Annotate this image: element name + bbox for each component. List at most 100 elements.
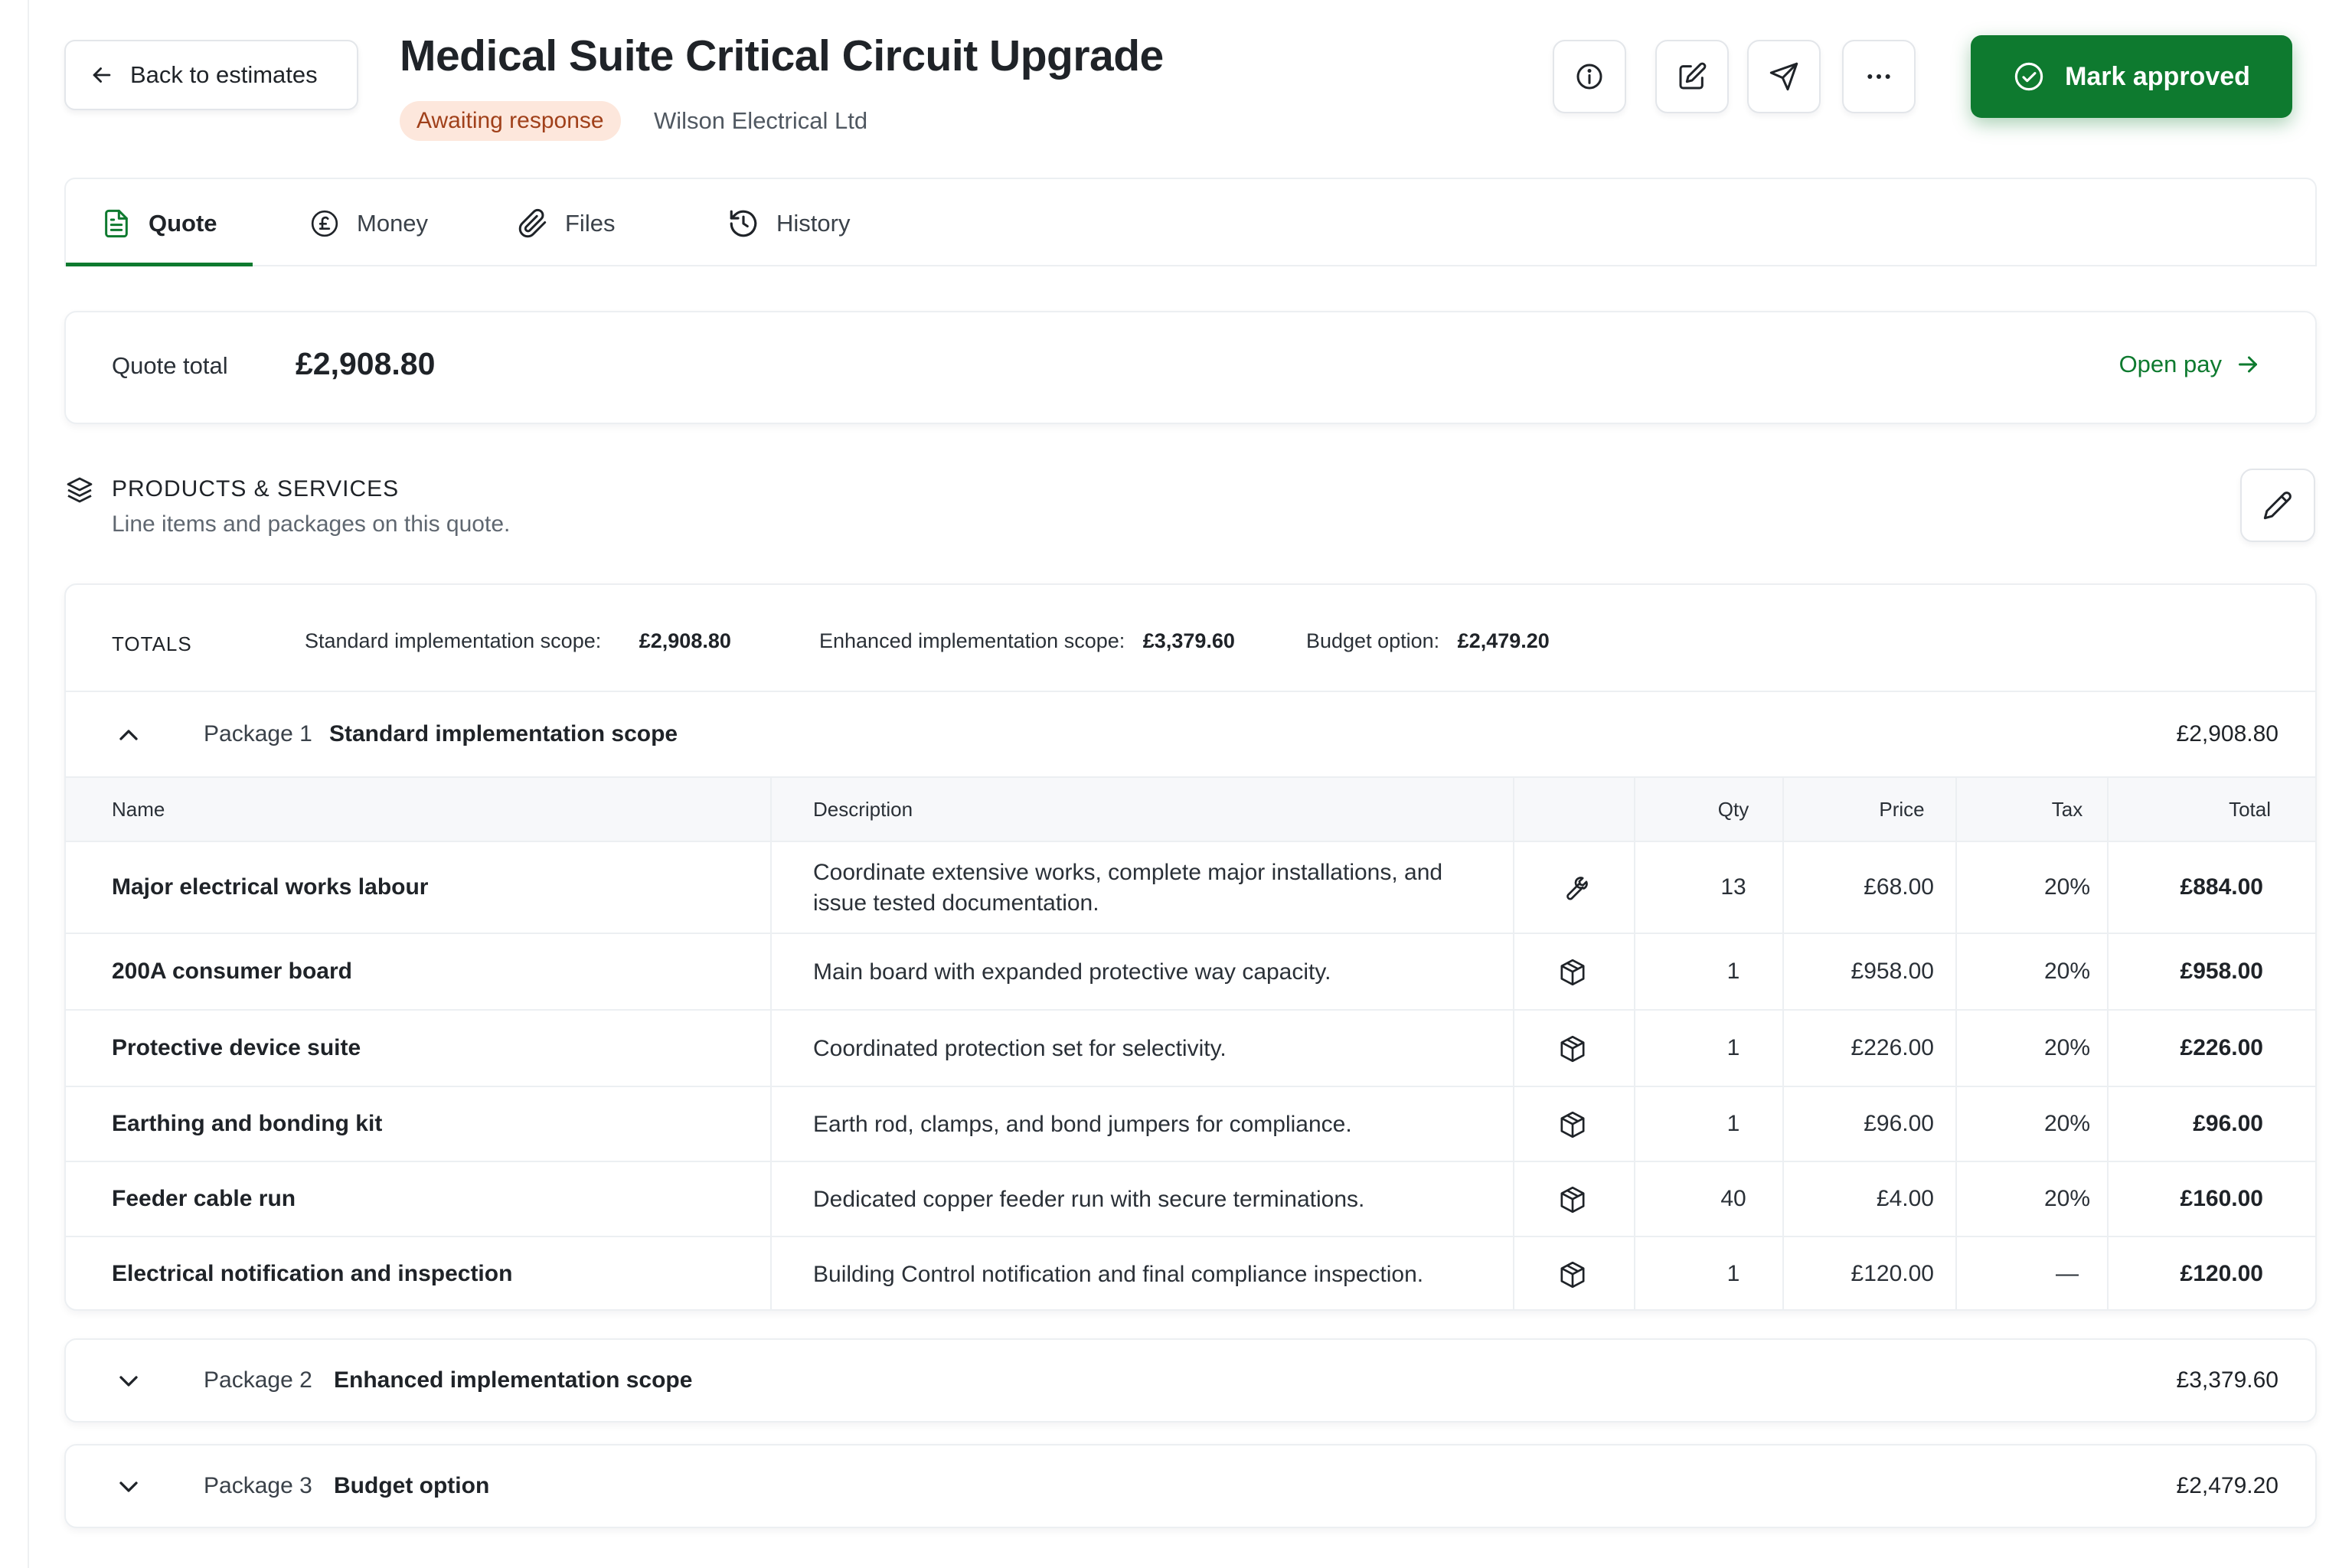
item-description: Main board with expanded protective way … xyxy=(813,959,1331,985)
chevron-down-icon[interactable] xyxy=(113,1472,144,1502)
edit-icon xyxy=(1679,62,1707,90)
item-price: £4.00 xyxy=(1876,1186,1934,1211)
tab-files[interactable]: Files xyxy=(518,179,615,268)
products-section-title: PRODUCTS & SERVICES xyxy=(112,476,400,501)
item-name: Electrical notification and inspection xyxy=(112,1261,513,1286)
wrench-icon xyxy=(1557,873,1588,910)
pencil-icon xyxy=(2263,492,2292,520)
totals-item-value: £3,379.60 xyxy=(1142,629,1235,652)
item-name: Feeder cable run xyxy=(112,1186,296,1211)
totals-item-standard: Standard implementation scope: £2,908.80 xyxy=(305,629,731,653)
column-header-total: Total xyxy=(2229,798,2271,821)
package-name: Enhanced implementation scope xyxy=(334,1367,693,1393)
quote-total-card: Quote total £2,908.80 Open pay xyxy=(64,311,2317,424)
table-row[interactable]: 200A consumer board Main board with expan… xyxy=(66,934,2315,1011)
item-price: £68.00 xyxy=(1864,874,1934,900)
item-total: £120.00 xyxy=(2180,1261,2263,1286)
send-icon xyxy=(1769,62,1798,91)
table-row[interactable]: Feeder cable run Dedicated copper feeder … xyxy=(66,1162,2315,1237)
totals-item-budget: Budget option: £2,479.20 xyxy=(1306,629,1550,653)
item-qty: 1 xyxy=(1726,1111,1740,1136)
item-total: £884.00 xyxy=(2180,874,2263,900)
tab-bar: Quote Money Files History xyxy=(64,178,2317,266)
table-row[interactable]: Electrical notification and inspection Bu… xyxy=(66,1237,2315,1309)
box-icon xyxy=(1557,1184,1588,1221)
package-total: £3,379.60 xyxy=(2176,1367,2278,1393)
item-price: £96.00 xyxy=(1864,1111,1934,1136)
item-name: Major electrical works labour xyxy=(112,874,429,900)
totals-summary-row: TOTALS Standard implementation scope: £2… xyxy=(66,585,2315,692)
package-name: Standard implementation scope xyxy=(329,721,678,746)
item-tax: 20% xyxy=(2043,1035,2091,1060)
back-to-estimates-button[interactable]: Back to estimates xyxy=(64,40,358,110)
item-description: Earth rod, clamps, and bond jumpers for … xyxy=(813,1112,1352,1137)
item-price: £226.00 xyxy=(1851,1035,1934,1060)
package-name: Budget option xyxy=(334,1473,490,1498)
item-tax: — xyxy=(2056,1261,2079,1286)
tab-quote[interactable]: Quote xyxy=(101,179,217,268)
item-tax: 20% xyxy=(2043,1186,2091,1211)
status-badge: Awaiting response xyxy=(400,101,621,141)
send-button[interactable] xyxy=(1747,40,1821,113)
table-row[interactable]: Major electrical works labour Coordinate … xyxy=(66,842,2315,934)
column-header-price: Price xyxy=(1879,798,1925,821)
table-row[interactable]: Protective device suite Coordinated prote… xyxy=(66,1011,2315,1087)
item-name: 200A consumer board xyxy=(112,959,352,984)
item-description: Coordinated protection set for selectivi… xyxy=(813,1036,1227,1061)
item-description: Building Control notification and final … xyxy=(813,1262,1424,1287)
tab-money[interactable]: Money xyxy=(309,179,428,268)
paperclip-icon xyxy=(518,208,547,238)
active-tab-indicator xyxy=(66,263,253,266)
column-header-tax: Tax xyxy=(2051,798,2083,821)
totals-item-name: Standard implementation scope: xyxy=(305,629,602,652)
item-qty: 1 xyxy=(1726,1261,1740,1286)
package-number: Package 1 xyxy=(204,721,312,746)
arrow-left-icon xyxy=(93,67,111,83)
open-pay-label: Open pay xyxy=(2118,351,2222,377)
totals-item-name: Budget option: xyxy=(1306,629,1440,652)
company-name: Wilson Electrical Ltd xyxy=(654,107,868,134)
column-header-qty: Qty xyxy=(1717,798,1749,821)
package-header-row[interactable]: Package 1 Standard implementation scope … xyxy=(66,692,2315,778)
tab-history[interactable]: History xyxy=(727,179,850,268)
page-title: Medical Suite Critical Circuit Upgrade xyxy=(400,31,1164,80)
products-section-subtitle: Line items and packages on this quote. xyxy=(112,511,511,537)
item-tax: 20% xyxy=(2043,1111,2091,1136)
column-header-name: Name xyxy=(112,798,165,821)
package-3-card[interactable]: Package 3 Budget option £2,479.20 xyxy=(64,1444,2317,1528)
package-total: £2,479.20 xyxy=(2176,1473,2278,1498)
back-button-label: Back to estimates xyxy=(130,61,318,88)
more-options-button[interactable] xyxy=(1842,40,1916,113)
open-pay-link[interactable]: Open pay xyxy=(2119,351,2262,378)
table-row[interactable]: Earthing and bonding kit Earth rod, clamp… xyxy=(66,1087,2315,1162)
totals-item-value: £2,908.80 xyxy=(639,629,731,652)
totals-item-enhanced: Enhanced implementation scope: £3,379.60 xyxy=(819,629,1235,653)
package-number: Package 3 xyxy=(204,1473,312,1498)
mark-approved-label: Mark approved xyxy=(2065,61,2250,91)
item-total: £96.00 xyxy=(2193,1111,2263,1136)
item-description: Dedicated copper feeder run with secure … xyxy=(813,1187,1365,1212)
item-price: £120.00 xyxy=(1851,1261,1934,1286)
item-qty: 13 xyxy=(1720,874,1746,900)
totals-label: TOTALS xyxy=(112,632,192,655)
chevron-down-icon[interactable] xyxy=(113,1366,144,1396)
edit-quote-button[interactable] xyxy=(1655,40,1729,113)
item-name: Earthing and bonding kit xyxy=(112,1111,383,1136)
page: Back to estimates Medical Suite Critical… xyxy=(28,0,2352,1568)
table-header: Name Description Qty Price Tax Total xyxy=(66,778,2315,842)
mark-approved-button[interactable]: Mark approved xyxy=(1971,35,2292,118)
item-tax: 20% xyxy=(2043,874,2091,900)
tab-quote-label: Quote xyxy=(149,210,217,237)
pound-icon xyxy=(311,210,338,237)
document-icon xyxy=(105,209,128,238)
item-name: Protective device suite xyxy=(112,1035,361,1060)
totals-item-value: £2,479.20 xyxy=(1457,629,1550,652)
package-2-card[interactable]: Package 2 Enhanced implementation scope … xyxy=(64,1338,2317,1423)
item-price: £958.00 xyxy=(1851,959,1934,984)
info-button[interactable] xyxy=(1553,40,1626,113)
chevron-up-icon[interactable] xyxy=(113,720,144,750)
item-total: £226.00 xyxy=(2180,1035,2263,1060)
edit-products-button[interactable] xyxy=(2240,469,2315,542)
item-qty: 40 xyxy=(1720,1186,1746,1211)
box-icon xyxy=(1557,1259,1588,1296)
